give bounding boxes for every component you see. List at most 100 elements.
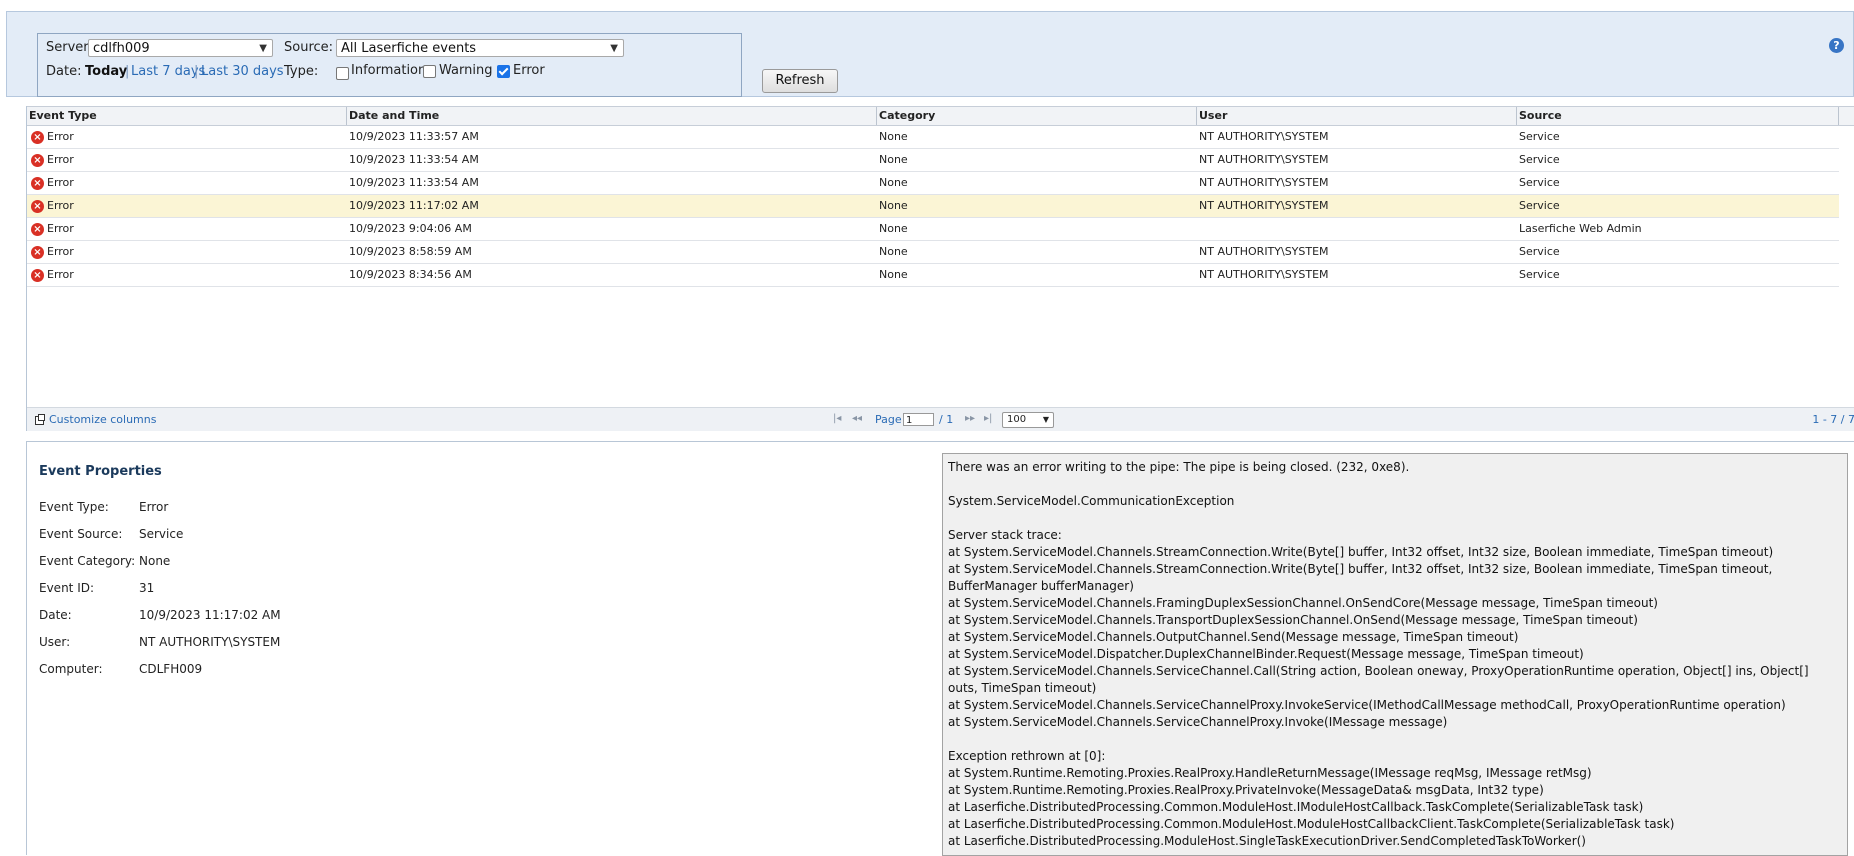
cell-type: Error: [47, 130, 74, 143]
event-message-box[interactable]: There was an error writing to the pipe: …: [942, 453, 1848, 856]
message-line: at System.ServiceModel.Channels.OutputCh…: [948, 630, 1519, 644]
property-label: Event Category:: [39, 554, 136, 568]
cell-category: None: [879, 245, 908, 258]
cell-type: Error: [47, 199, 74, 212]
event-details-panel: Event Properties Event Type: Error Event S…: [26, 441, 1854, 856]
table-row[interactable]: × Error 10/9/2023 11:17:02 AM None NT AUTHOR…: [27, 195, 1839, 218]
page-size-select[interactable]: 100 ▼: [1002, 412, 1054, 428]
property-value: 10/9/2023 11:17:02 AM: [139, 608, 281, 622]
cell-category: None: [879, 176, 908, 189]
information-checkbox[interactable]: [336, 67, 349, 80]
cell-datetime: 10/9/2023 8:58:59 AM: [349, 245, 472, 258]
cell-source: Service: [1519, 176, 1560, 189]
grid-footer: Customize columns |◂ ◂◂ Page 1 / 1 ▸▸ ▸|…: [27, 407, 1854, 431]
message-line: at System.ServiceModel.Channels.ServiceC…: [948, 715, 1448, 729]
page-number-input[interactable]: 1: [903, 413, 934, 426]
cell-datetime: 10/9/2023 11:33:54 AM: [349, 153, 479, 166]
cell-type: Error: [47, 222, 74, 235]
cell-user: NT AUTHORITY\SYSTEM: [1199, 268, 1329, 281]
cell-type: Error: [47, 245, 74, 258]
error-icon: ×: [31, 154, 44, 167]
property-value: CDLFH009: [139, 662, 203, 676]
date-label: Date:: [46, 64, 82, 79]
cell-datetime: 10/9/2023 11:33:57 AM: [349, 130, 479, 143]
column-header-date-time[interactable]: Date and Time: [347, 107, 877, 125]
first-page-icon[interactable]: |◂: [833, 413, 841, 424]
cell-source: Laserfiche Web Admin: [1519, 222, 1642, 235]
cell-source: Service: [1519, 245, 1560, 258]
cell-datetime: 10/9/2023 8:34:56 AM: [349, 268, 472, 281]
error-icon: ×: [31, 223, 44, 236]
refresh-button[interactable]: Refresh: [762, 69, 838, 93]
message-line: at System.Runtime.Remoting.Proxies.RealP…: [948, 766, 1592, 780]
cell-source: Service: [1519, 268, 1560, 281]
property-label: Event Type:: [39, 500, 109, 514]
filter-bar: Server: cdlfh009 ▼ Source: All Laserfich…: [6, 11, 1854, 97]
filter-panel: Server: cdlfh009 ▼ Source: All Laserfich…: [37, 33, 742, 97]
message-line: Server stack trace:: [948, 528, 1062, 542]
previous-page-icon[interactable]: ◂◂: [852, 413, 862, 424]
message-line: at System.ServiceModel.Channels.ServiceC…: [948, 698, 1786, 712]
chevron-down-icon: ▼: [259, 43, 267, 54]
message-line: at Laserfiche.DistributedProcessing.Modu…: [948, 834, 1586, 848]
page-total: / 1: [939, 413, 954, 426]
message-line: outs, TimeSpan timeout): [948, 681, 1097, 695]
property-label: Event Source:: [39, 527, 123, 541]
error-label: Error: [513, 63, 545, 78]
cell-category: None: [879, 153, 908, 166]
column-header-user[interactable]: User: [1197, 107, 1517, 125]
date-today-link[interactable]: Today: [85, 64, 127, 79]
warning-checkbox[interactable]: [423, 65, 436, 78]
warning-label: Warning: [439, 63, 493, 78]
message-line: at System.ServiceModel.Channels.ServiceC…: [948, 664, 1809, 678]
table-row[interactable]: × Error 10/9/2023 8:34:56 AM None NT AUTHORI…: [27, 264, 1839, 287]
table-row[interactable]: × Error 10/9/2023 11:33:57 AM None NT AUTHOR…: [27, 126, 1839, 149]
message-line: System.ServiceModel.CommunicationExcepti…: [948, 494, 1235, 508]
message-line: at System.ServiceModel.Channels.StreamCo…: [948, 545, 1774, 559]
cell-source: Service: [1519, 130, 1560, 143]
column-header-source[interactable]: Source: [1517, 107, 1839, 125]
message-line: Exception rethrown at [0]:: [948, 749, 1106, 763]
event-message-text: There was an error writing to the pipe: …: [948, 459, 1842, 850]
error-icon: ×: [31, 269, 44, 282]
column-header-category[interactable]: Category: [877, 107, 1197, 125]
customize-columns-link[interactable]: Customize columns: [49, 413, 156, 426]
cell-user: NT AUTHORITY\SYSTEM: [1199, 199, 1329, 212]
property-value: 31: [139, 581, 155, 595]
help-icon[interactable]: ?: [1829, 38, 1844, 53]
customize-columns-icon[interactable]: [35, 414, 45, 425]
message-line: at System.ServiceModel.Channels.FramingD…: [948, 596, 1658, 610]
message-line: at Laserfiche.DistributedProcessing.Comm…: [948, 800, 1644, 814]
table-row[interactable]: × Error 10/9/2023 8:58:59 AM None NT AUTHORI…: [27, 241, 1839, 264]
cell-datetime: 10/9/2023 11:33:54 AM: [349, 176, 479, 189]
source-label: Source:: [284, 40, 334, 55]
grid-header: Event Type Date and Time Category User S…: [27, 106, 1854, 126]
cell-category: None: [879, 268, 908, 281]
table-row[interactable]: × Error 10/9/2023 11:33:54 AM None NT AUTHOR…: [27, 149, 1839, 172]
property-value: None: [139, 554, 171, 568]
error-icon: ×: [31, 200, 44, 213]
last-page-icon[interactable]: ▸|: [984, 413, 992, 424]
source-select[interactable]: All Laserfiche events ▼: [336, 39, 624, 57]
table-row[interactable]: × Error 10/9/2023 11:33:54 AM None NT AUTHOR…: [27, 172, 1839, 195]
error-checkbox[interactable]: [497, 65, 510, 78]
cell-category: None: [879, 222, 908, 235]
property-label: Date:: [39, 608, 72, 622]
cell-type: Error: [47, 268, 74, 281]
error-icon: ×: [31, 177, 44, 190]
date-last30-link[interactable]: Last 30 days: [201, 64, 284, 79]
message-line: at System.ServiceModel.Dispatcher.Duplex…: [948, 647, 1584, 661]
table-row[interactable]: × Error 10/9/2023 9:04:06 AM None Laserfiche…: [27, 218, 1839, 241]
cell-user: NT AUTHORITY\SYSTEM: [1199, 153, 1329, 166]
column-header-event-type[interactable]: Event Type: [27, 107, 347, 125]
next-page-icon[interactable]: ▸▸: [965, 413, 975, 424]
message-line: at System.Runtime.Remoting.Proxies.RealP…: [948, 783, 1544, 797]
property-label: Computer:: [39, 662, 103, 676]
message-line: There was an error writing to the pipe: …: [948, 460, 1410, 474]
message-line: BufferManager bufferManager): [948, 579, 1134, 593]
server-select[interactable]: cdlfh009 ▼: [88, 39, 273, 57]
cell-source: Service: [1519, 199, 1560, 212]
